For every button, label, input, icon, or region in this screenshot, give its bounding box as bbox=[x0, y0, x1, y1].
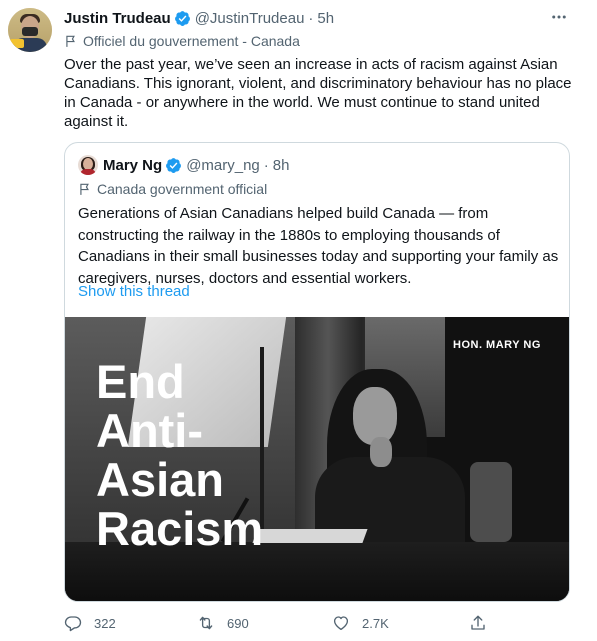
quoted-author-name: Mary Ng bbox=[103, 156, 163, 174]
tweet-text-line: Canadians. This ignorant, violent, and d… bbox=[64, 75, 572, 92]
quoted-tweet[interactable]: Mary Ng @mary_ng · 8h Canada government … bbox=[64, 142, 570, 602]
tweet-timestamp[interactable]: 5h bbox=[317, 10, 334, 27]
quoted-tweet-text: Generations of Asian Canadians helped bu… bbox=[78, 203, 563, 289]
tweet-text: Over the past year, we’ve seen an increa… bbox=[64, 55, 572, 131]
quoted-tweet-image[interactable]: HON. MARY NG End Anti- Asian Racism bbox=[65, 317, 569, 601]
share-button[interactable] bbox=[469, 611, 499, 635]
flag-icon bbox=[66, 35, 75, 47]
like-count: 2.7K bbox=[362, 615, 389, 631]
tweet-actions: 322 690 2.7K bbox=[64, 611, 570, 635]
separator-dot: · bbox=[263, 156, 269, 174]
tweet-text-line: in Canada - or anywhere in the world. We… bbox=[64, 94, 540, 111]
image-caption: HON. MARY NG bbox=[453, 339, 541, 351]
quoted-author-handle: @mary_ng bbox=[186, 156, 260, 174]
quoted-text-line: Generations of Asian Canadians helped bu… bbox=[78, 205, 489, 222]
image-title-line: Racism bbox=[96, 502, 264, 555]
verified-badge-icon bbox=[166, 157, 182, 173]
image-title-line: Anti- bbox=[96, 404, 204, 457]
quoted-tweet-header: Mary Ng @mary_ng · 8h bbox=[103, 155, 289, 175]
retweet-icon bbox=[199, 616, 213, 630]
image-title-line: End bbox=[96, 355, 185, 408]
heart-icon bbox=[333, 616, 349, 631]
retweet-button[interactable]: 690 bbox=[197, 611, 249, 635]
reply-icon bbox=[64, 616, 82, 632]
image-title: End Anti- Asian Racism bbox=[96, 357, 263, 553]
author-avatar[interactable] bbox=[8, 8, 52, 52]
quoted-government-label-text: Canada government official bbox=[97, 181, 268, 197]
flag-icon bbox=[80, 183, 89, 195]
tweet-text-line: against it. bbox=[64, 113, 129, 130]
government-label-text: Officiel du gouvernement - Canada bbox=[83, 33, 300, 49]
image-title-line: Asian bbox=[96, 453, 224, 506]
share-icon bbox=[471, 615, 485, 630]
reply-button[interactable]: 322 bbox=[64, 611, 116, 635]
show-thread-link[interactable]: Show this thread bbox=[78, 283, 190, 300]
more-horizontal-icon bbox=[552, 15, 566, 19]
tweet[interactable]: Justin Trudeau @JustinTrudeau · 5h Offic… bbox=[0, 0, 597, 641]
verified-badge-icon bbox=[174, 10, 190, 26]
like-button[interactable]: 2.7K bbox=[332, 611, 389, 635]
quoted-government-label: Canada government official bbox=[78, 179, 267, 199]
quoted-tweet-timestamp: 8h bbox=[272, 156, 290, 174]
retweet-count: 690 bbox=[227, 615, 249, 631]
author-handle[interactable]: @JustinTrudeau bbox=[195, 10, 305, 27]
separator-dot: · bbox=[308, 9, 314, 27]
author-name[interactable]: Justin Trudeau bbox=[64, 10, 171, 27]
quoted-text-line: constructing the railway in the 1880s to… bbox=[78, 226, 500, 244]
reply-count: 322 bbox=[94, 615, 116, 631]
tweet-header: Justin Trudeau @JustinTrudeau · 5h bbox=[64, 8, 334, 28]
government-label[interactable]: Officiel du gouvernement - Canada bbox=[64, 31, 300, 51]
tweet-text-line: Over the past year, we’ve seen an increa… bbox=[64, 56, 558, 73]
quoted-author-avatar bbox=[78, 155, 98, 175]
quoted-text-line: Canadians in their small businesses toda… bbox=[78, 248, 559, 265]
more-options-button[interactable] bbox=[548, 6, 570, 28]
